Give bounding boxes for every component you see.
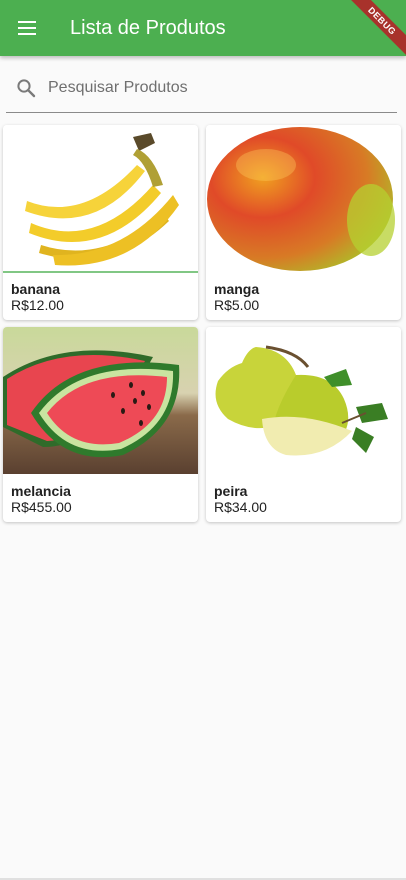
debug-banner: DEBUG: [343, 0, 406, 56]
product-name: melancia: [11, 483, 71, 499]
page-title: Lista de Produtos: [70, 17, 226, 39]
selected-indicator: [3, 271, 198, 273]
search-icon: [17, 79, 36, 98]
menu-button[interactable]: [11, 12, 43, 44]
search-field[interactable]: [6, 64, 397, 113]
watermelon-image: [3, 327, 198, 474]
menu-icon: [18, 21, 36, 35]
product-price: R$34.00: [214, 499, 267, 515]
product-card-manga[interactable]: manga R$5.00: [206, 125, 401, 320]
product-price: R$5.00: [214, 297, 260, 313]
pear-image: [206, 327, 401, 474]
product-name: peira: [214, 483, 248, 499]
mango-image: [206, 125, 401, 272]
product-grid: banana R$12.00 manga R$5.00 melancia R$4…: [3, 125, 403, 525]
product-price: R$455.00: [11, 499, 72, 515]
search-input[interactable]: [46, 74, 380, 102]
product-card-peira[interactable]: peira R$34.00: [206, 327, 401, 522]
product-card-melancia[interactable]: melancia R$455.00: [3, 327, 198, 522]
app-bar: Lista de Produtos DEBUG: [0, 0, 406, 56]
product-card-banana[interactable]: banana R$12.00: [3, 125, 198, 320]
banana-image: [3, 125, 198, 272]
product-name: manga: [214, 281, 260, 297]
product-price: R$12.00: [11, 297, 64, 313]
product-name: banana: [11, 281, 61, 297]
